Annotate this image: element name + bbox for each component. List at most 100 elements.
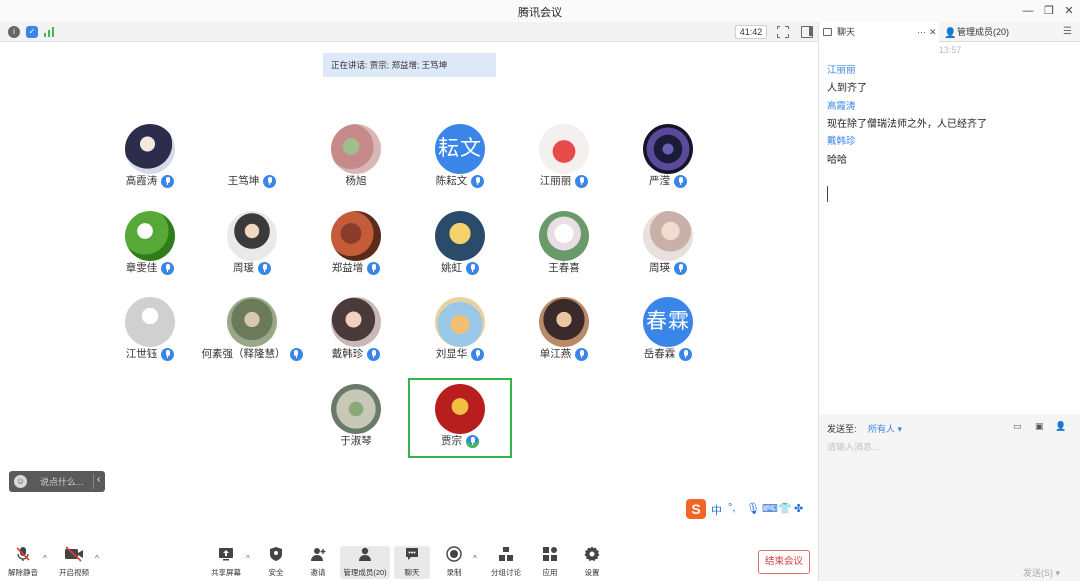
apps-button[interactable]: 应用 xyxy=(536,546,564,579)
sogou-ime-icon[interactable]: S xyxy=(686,499,706,519)
avatar xyxy=(125,124,175,174)
participant-name-line: 江丽丽 xyxy=(512,173,616,189)
send-button[interactable]: 发送(S) ▾ xyxy=(1023,566,1060,579)
participant-tile[interactable]: 周瑛 xyxy=(616,205,720,285)
punctuation-icon[interactable]: °, xyxy=(728,502,735,514)
close-icon[interactable]: ✕ xyxy=(929,22,937,42)
participant-tile[interactable]: 单江燕 xyxy=(512,291,616,371)
participant-tile[interactable]: 王春喜 xyxy=(512,205,616,285)
participant-name-line: 周瑛 xyxy=(616,260,720,276)
participant-name: 刘显华 xyxy=(435,348,468,361)
participant-name: 周瑗 xyxy=(233,262,254,275)
participant-tile[interactable]: 杨旭 xyxy=(304,118,408,198)
participant-tile[interactable]: 江丽丽 xyxy=(512,118,616,198)
unmute-button[interactable]: 解除静音 xyxy=(6,546,40,579)
meeting-timer: 41:42 xyxy=(735,25,767,39)
breakout-icon xyxy=(498,546,514,562)
chat-button[interactable]: 聊天 xyxy=(394,546,430,579)
share-screen-button[interactable]: 共享屏幕 xyxy=(208,546,244,579)
participant-name-line: 贾宗 xyxy=(410,433,510,449)
audio-options-chevron-icon[interactable]: ^ xyxy=(43,554,47,563)
info-icon[interactable]: i xyxy=(8,26,20,38)
participant-tile[interactable]: 贾宗 xyxy=(408,378,512,458)
participant-name: 章雯佳 xyxy=(125,262,158,275)
ime-toolbar: S 中 °, 🎙 ⌨ 👕 ✤ xyxy=(686,499,810,519)
file-icon[interactable]: ▭ xyxy=(1013,421,1027,433)
end-meeting-button[interactable]: 结束会议 xyxy=(758,550,810,574)
tab-chat[interactable]: 聊天 ··· ✕ xyxy=(819,22,939,42)
participant-name: 于淑琴 xyxy=(340,435,372,448)
text-cursor xyxy=(827,186,828,202)
invite-button[interactable]: 邀请 xyxy=(302,546,334,579)
mic-icon xyxy=(466,434,479,448)
participant-name: 岳春霖 xyxy=(643,348,676,361)
mic-icon xyxy=(161,174,175,188)
shield-icon xyxy=(268,546,284,562)
panel-menu-icon[interactable]: ☰ xyxy=(1063,22,1077,42)
participant-tile[interactable]: 春霖 岳春霖 xyxy=(616,291,720,371)
manage-members-button[interactable]: 管理成员(20) xyxy=(340,546,390,579)
members-icon: 👤 xyxy=(944,28,957,39)
participant-name-line: 王春喜 xyxy=(512,260,616,276)
close-icon[interactable]: ✕ xyxy=(1061,3,1077,19)
record-options-chevron-icon[interactable]: ^ xyxy=(473,554,477,563)
participant-tile[interactable]: 姚虹 xyxy=(408,205,512,285)
participant-tile[interactable]: 江世钰 xyxy=(98,291,202,371)
chat-icon xyxy=(823,28,832,36)
participant-tile[interactable]: 高霞涛 xyxy=(98,118,202,198)
fullscreen-icon[interactable] xyxy=(776,25,789,38)
speaking-indicator: 正在讲话: 贾宗; 郑益增; 王笃坤 xyxy=(323,53,496,77)
quick-chat-input[interactable]: ☺ 说点什么... ‹ xyxy=(9,471,105,492)
participant-tile[interactable]: 刘显华 xyxy=(408,291,512,371)
settings-button[interactable]: 设置 xyxy=(578,546,606,579)
collapse-chevron-icon[interactable]: ‹ xyxy=(97,474,100,485)
avatar xyxy=(435,384,485,434)
ime-language[interactable]: 中 xyxy=(711,502,722,518)
avatar xyxy=(435,211,485,261)
side-panel-icon[interactable] xyxy=(801,26,813,38)
signal-icon[interactable] xyxy=(44,27,56,37)
participant-tile[interactable]: 何素强（释隆慧） xyxy=(200,291,304,371)
toolbox-icon[interactable]: ✤ xyxy=(794,502,803,515)
record-button[interactable]: 录制 xyxy=(440,546,468,579)
shield-icon[interactable]: ✓ xyxy=(26,26,38,38)
user-icon[interactable]: 👤 xyxy=(1055,421,1069,433)
avatar xyxy=(331,124,381,174)
skin-icon[interactable]: 👕 xyxy=(778,502,792,515)
mic-icon xyxy=(258,261,271,275)
participant-tile[interactable]: 耘文 陈耘文 xyxy=(408,118,512,198)
restore-icon[interactable]: ❐ xyxy=(1041,3,1057,19)
participant-tile[interactable]: 郑益增 xyxy=(304,205,408,285)
keyboard-icon[interactable]: ⌨ xyxy=(762,502,778,515)
share-screen-icon xyxy=(218,546,234,562)
share-options-chevron-icon[interactable]: ^ xyxy=(246,554,250,563)
participant-tile[interactable]: 章雯佳 xyxy=(98,205,202,285)
send-to-select[interactable]: 所有人 ▾ xyxy=(868,422,902,435)
tab-members[interactable]: 👤 管理成员(20) xyxy=(941,22,1061,42)
avatar xyxy=(539,297,589,347)
voice-icon[interactable]: 🎙 xyxy=(746,502,760,515)
chat-input-area[interactable]: 请输入消息... xyxy=(819,438,1080,564)
participant-name: 杨旭 xyxy=(345,175,367,188)
message-timestamp: 13:57 xyxy=(938,45,962,55)
participant-tile[interactable]: 严滢 xyxy=(616,118,720,198)
participant-tile[interactable]: 戴韩珍 xyxy=(304,291,408,371)
message-sender: 江丽丽 xyxy=(827,65,856,76)
participant-name-line: 周瑗 xyxy=(200,260,304,276)
security-button[interactable]: 安全 xyxy=(262,546,290,579)
screenshot-icon[interactable]: ▣ xyxy=(1035,421,1049,433)
minimize-icon[interactable]: — xyxy=(1020,3,1036,19)
mic-icon xyxy=(289,347,303,361)
mic-icon xyxy=(575,174,589,188)
start-video-button[interactable]: 开启视频 xyxy=(56,546,92,579)
avatar xyxy=(125,211,175,261)
avatar: 耘文 xyxy=(435,124,485,174)
participant-tile[interactable]: 王笃坤 xyxy=(200,118,304,198)
emoji-icon[interactable]: ☺ xyxy=(14,475,27,488)
breakout-button[interactable]: 分组讨论 xyxy=(488,546,524,579)
more-icon[interactable]: ··· xyxy=(917,22,926,42)
participant-tile[interactable]: 周瑗 xyxy=(200,205,304,285)
avatar xyxy=(331,211,381,261)
video-options-chevron-icon[interactable]: ^ xyxy=(95,554,99,563)
participant-tile[interactable]: 于淑琴 xyxy=(304,378,408,458)
